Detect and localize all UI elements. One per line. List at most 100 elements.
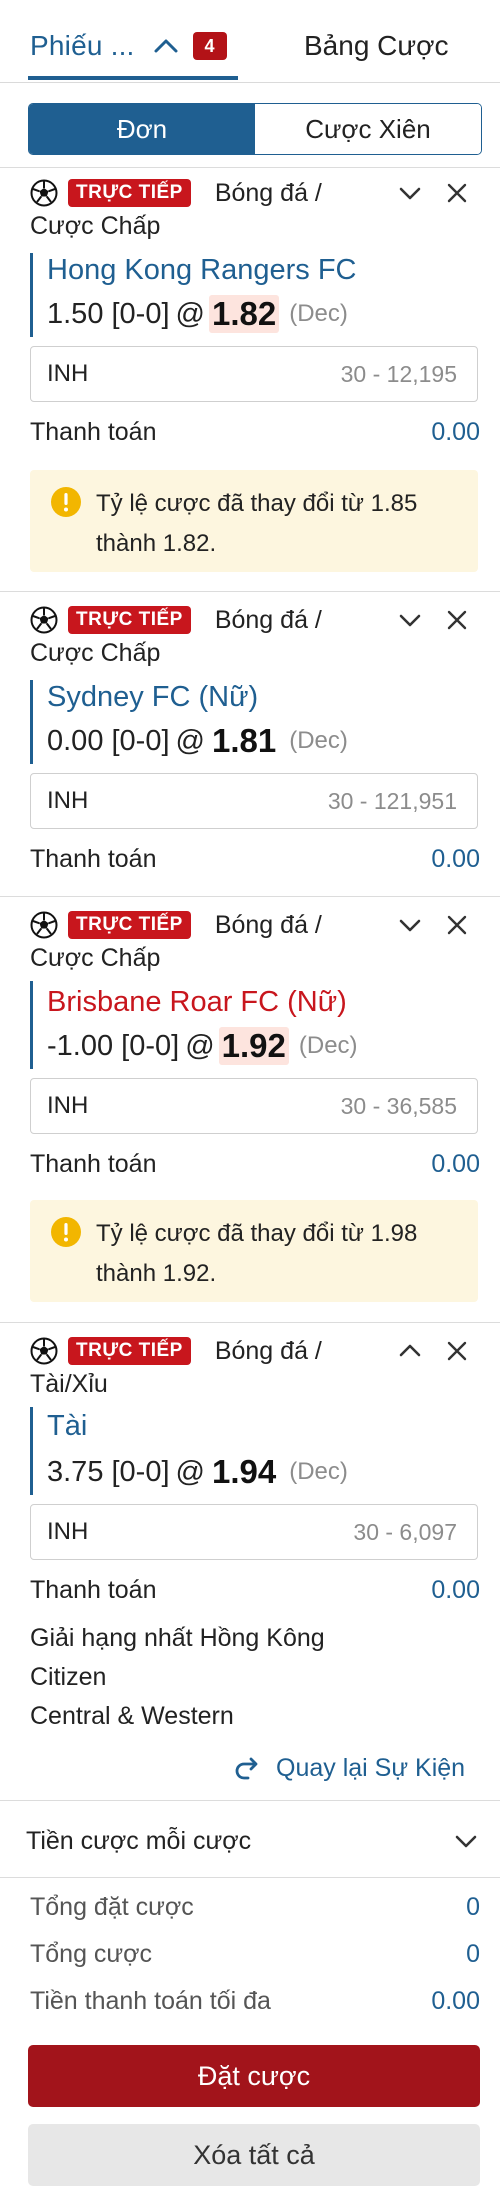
sport-label: Bóng đá / (214, 605, 322, 634)
divider (0, 82, 500, 83)
market-label: Cược Chấp (30, 639, 161, 667)
max-payout-value: 0.00 (431, 1987, 480, 2015)
warning-icon (51, 487, 81, 517)
live-badge: TRỰC TIẾP (68, 911, 191, 939)
bet-card: TRỰC TIẾP Bóng đá / Tài/Xỉu Tài 3.75 [0-… (0, 1334, 500, 1784)
market-label: Cược Chấp (30, 944, 161, 972)
handicap-line: 1.50 [0-0] (47, 297, 170, 330)
odds-format: (Dec) (289, 300, 348, 327)
odds-line: -1.00 [0-0] @ 1.92 (Dec) (47, 1026, 358, 1066)
total-stake-label: Tổng đặt cược (30, 1893, 194, 1921)
stake-input[interactable]: INH 30 - 36,585 (30, 1078, 478, 1134)
max-payout-label: Tiền thanh toán tối đa (30, 1987, 271, 2015)
close-icon[interactable] (444, 607, 470, 633)
selection-name: Hong Kong Rangers FC (47, 254, 357, 286)
parlay-bet-tab[interactable]: Cược Xiên (255, 104, 481, 154)
divider (0, 167, 500, 168)
tab-bet-board[interactable]: Bảng Cược (304, 28, 449, 64)
stake-currency: INH (47, 1092, 89, 1119)
payout-label: Thanh toán (30, 845, 157, 873)
payout-row: Thanh toán 0.00 (30, 1576, 480, 1605)
bet-card: TRỰC TIẾP Bóng đá / Cược Chấp Sydney FC … (0, 603, 500, 893)
payout-value: 0.00 (431, 418, 480, 446)
chevron-down-icon[interactable] (396, 606, 424, 634)
active-tab-indicator (28, 76, 238, 80)
stake-limits: 30 - 6,097 (353, 1518, 457, 1545)
soccer-ball-icon (30, 1337, 58, 1365)
back-to-event-label: Quay lại Sự Kiện (276, 1753, 466, 1782)
payout-row: Thanh toán 0.00 (30, 1150, 480, 1179)
total-stake-value: 0 (466, 1893, 480, 1921)
payout-value: 0.00 (431, 1150, 480, 1178)
sport-label: Bóng đá / (214, 178, 322, 207)
odds-line: 1.50 [0-0] @ 1.82 (Dec) (47, 294, 348, 334)
max-payout-row: Tiền thanh toán tối đa 0.00 (30, 1987, 480, 2016)
stake-per-bet-label: Tiền cược mỗi cược (26, 1826, 252, 1855)
warning-icon (51, 1217, 81, 1247)
payout-row: Thanh toán 0.00 (30, 418, 480, 447)
total-bets-label: Tổng cược (30, 1940, 153, 1968)
selection-indicator (30, 1407, 33, 1495)
chevron-down-icon[interactable] (396, 179, 424, 207)
close-icon[interactable] (444, 180, 470, 206)
clear-all-button[interactable]: Xóa tất cả (28, 2124, 480, 2186)
selection-name: Brisbane Roar FC (Nữ) (47, 986, 347, 1018)
tab-bet-slip[interactable]: Phiếu ... 4 (30, 28, 227, 64)
payout-label: Thanh toán (30, 1150, 157, 1178)
at-symbol: @ (185, 1029, 215, 1062)
back-to-event-link[interactable]: Quay lại Sự Kiện (232, 1750, 465, 1786)
stake-per-bet-dropdown[interactable]: Tiền cược mỗi cược (26, 1819, 480, 1863)
payout-label: Thanh toán (30, 418, 157, 446)
stake-limits: 30 - 36,585 (340, 1092, 457, 1119)
stake-input[interactable]: INH 30 - 12,195 (30, 346, 478, 402)
back-arrow-icon (235, 1757, 258, 1780)
odds-line: 0.00 [0-0] @ 1.81 (Dec) (47, 721, 348, 761)
odds-format: (Dec) (289, 727, 348, 754)
sport-label: Bóng đá / (214, 1336, 322, 1365)
chevron-up-icon[interactable] (151, 31, 181, 61)
place-bet-button[interactable]: Đặt cược (28, 2045, 480, 2107)
home-team-name: Citizen (30, 1663, 107, 1691)
league-name: Giải hạng nhất Hồng Kông (30, 1624, 325, 1652)
selection-indicator (30, 981, 33, 1069)
stake-limits: 30 - 121,951 (327, 787, 457, 814)
selection-indicator (30, 253, 33, 337)
chevron-up-icon[interactable] (396, 1337, 424, 1365)
odds-change-warning: Tỷ lệ cược đã thay đổi từ 1.85 thành 1.8… (30, 470, 478, 572)
at-symbol: @ (175, 297, 205, 330)
close-icon[interactable] (444, 1338, 470, 1364)
away-team-name: Central & Western (30, 1702, 234, 1730)
selection-name: Sydney FC (Nữ) (47, 681, 259, 713)
odds-format: (Dec) (298, 1032, 358, 1059)
single-bet-tab[interactable]: Đơn (29, 104, 255, 154)
handicap-line: -1.00 [0-0] (47, 1029, 180, 1062)
stake-currency: INH (47, 1518, 89, 1545)
odds-line: 3.75 [0-0] @ 1.94 (Dec) (47, 1452, 348, 1492)
warning-text: Tỷ lệ cược đã thay đổi từ 1.98 thành 1.9… (96, 1220, 418, 1287)
stake-input[interactable]: INH 30 - 6,097 (30, 1504, 478, 1560)
total-bets-value: 0 (466, 1940, 480, 1968)
odds-value: 1.82 (208, 295, 280, 333)
live-badge: TRỰC TIẾP (68, 1337, 191, 1365)
soccer-ball-icon (30, 606, 58, 634)
stake-currency: INH (47, 787, 89, 814)
odds-value: 1.94 (211, 1453, 277, 1490)
tab-bar: Phiếu ... 4 Bảng Cược (0, 0, 500, 82)
market-label: Tài/Xỉu (30, 1370, 108, 1398)
odds-value: 1.92 (218, 1027, 289, 1065)
payout-row: Thanh toán 0.00 (30, 845, 480, 874)
payout-value: 0.00 (431, 845, 480, 873)
selection-indicator (30, 680, 33, 764)
live-badge: TRỰC TIẾP (68, 179, 191, 207)
close-icon[interactable] (444, 912, 470, 938)
tab-bet-slip-label: Phiếu ... (30, 30, 135, 61)
odds-change-warning: Tỷ lệ cược đã thay đổi từ 1.98 thành 1.9… (30, 1200, 478, 1302)
handicap-line: 0.00 [0-0] (47, 724, 170, 757)
odds-value: 1.81 (211, 722, 277, 759)
sport-label: Bóng đá / (214, 910, 322, 939)
warning-text: Tỷ lệ cược đã thay đổi từ 1.85 thành 1.8… (96, 490, 418, 557)
stake-input[interactable]: INH 30 - 121,951 (30, 773, 478, 829)
chevron-down-icon[interactable] (396, 911, 424, 939)
payout-value: 0.00 (431, 1576, 480, 1604)
bet-mode-toggle: Đơn Cược Xiên (28, 103, 482, 155)
